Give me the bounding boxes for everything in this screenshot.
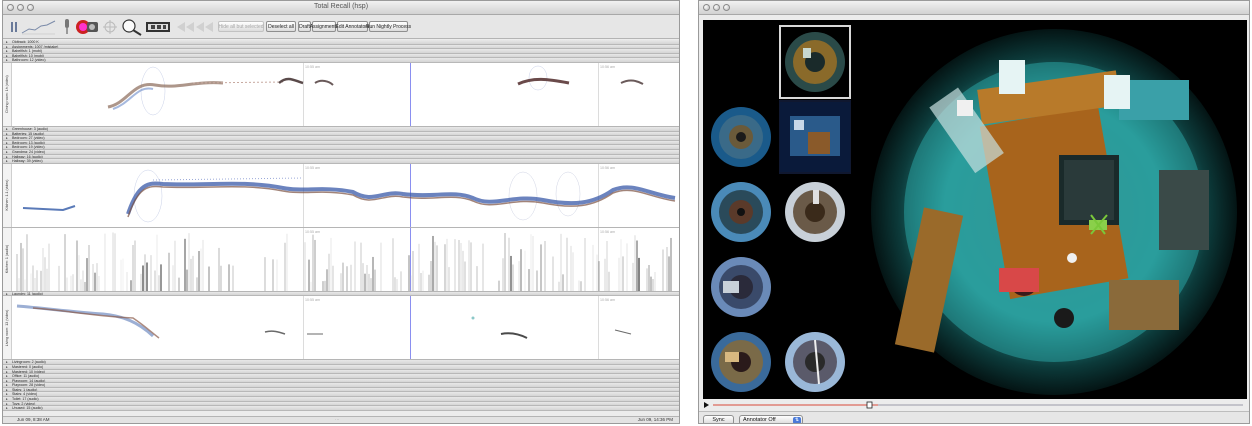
edit-annotators-button[interactable]: Edit Annotators: [336, 21, 369, 32]
skip-icon[interactable]: [175, 17, 215, 37]
camera-thumbnail[interactable]: [779, 100, 851, 174]
track-panel-dining[interactable]: Dining room: 1h (video) 10:55 am 10:56 a…: [3, 62, 679, 127]
transport-bar: [703, 401, 1247, 409]
track-row[interactable]: Unused: 15 (audio): [3, 406, 679, 411]
end-time: Jun 09, 14:36 PM: [637, 417, 673, 422]
annotator-select-value: Annotator Off: [743, 417, 776, 423]
window-title: Total Recall (hsp): [313, 3, 369, 10]
camera-thumbnail[interactable]: [705, 325, 777, 399]
microphone-icon[interactable]: [61, 17, 73, 37]
start-time: Jun 09, 8:38 AM: [17, 417, 50, 422]
camera-thumbnail[interactable]: [705, 175, 777, 249]
track-panel-kitchen-video[interactable]: Kitchen: 1.1 (video) 10:55 am 10:56 am: [3, 163, 679, 228]
trajectory-plot: [22, 169, 676, 222]
status-bar: Jun 09, 8:38 AM ⋯ Jun 09, 14:36 PM: [3, 416, 679, 423]
toolbar: Hide all but selected Deselect all Draft…: [3, 15, 679, 39]
run-nightly-process-button[interactable]: Run Nightly Process: [366, 21, 411, 32]
hide-all-button[interactable]: Hide all but selected: [218, 21, 264, 32]
trajectory-plot: [16, 304, 632, 340]
waveform-icon[interactable]: [21, 17, 57, 37]
camera-thumbnail[interactable]: [705, 250, 777, 324]
play-button[interactable]: [703, 401, 711, 409]
close-button[interactable]: [703, 4, 710, 11]
zoom-button[interactable]: [723, 4, 730, 11]
window-controls: [703, 4, 730, 11]
video-view[interactable]: [703, 20, 1247, 399]
crosshair-icon[interactable]: [103, 17, 117, 37]
track-panel-kitchen-audio[interactable]: Kitchen: 1 (audio) 10:55 am 10:56 am: [3, 227, 679, 292]
camera-thumbnail[interactable]: [705, 100, 777, 174]
camera-thumbnail-selected[interactable]: [779, 25, 851, 99]
assignments-button[interactable]: Assignments: [310, 21, 338, 32]
spectrogram: [16, 232, 672, 291]
film-icon[interactable]: [145, 17, 171, 37]
minimize-button[interactable]: [713, 4, 720, 11]
camera-thumbnail[interactable]: [779, 175, 851, 249]
camera-icon[interactable]: [75, 17, 99, 37]
annotator-select[interactable]: Annotator Off ⇅: [739, 415, 803, 423]
total-recall-window: Total Recall (hsp) Hide all but selected…: [2, 0, 680, 424]
scrubber-handle[interactable]: [867, 401, 873, 409]
bottom-controls: Sync Annotator Off ⇅: [699, 411, 1249, 423]
title-bar: [699, 1, 1249, 15]
track-list: Oldtrack: 1000 K Assignments: 1007 (mist…: [3, 40, 679, 411]
trajectory-plot: [107, 65, 644, 116]
resize-grip-icon[interactable]: ⋯: [335, 417, 340, 423]
pause-icon[interactable]: [9, 17, 19, 37]
video-viewer-window: Sync Annotator Off ⇅: [698, 0, 1250, 424]
camera-thumbnail[interactable]: [779, 325, 851, 399]
track-panel-living-room[interactable]: Living room: 13 (video) 10:55 am 10:56 a…: [3, 296, 679, 361]
chevron-updown-icon: ⇅: [793, 417, 801, 423]
sync-button[interactable]: Sync: [703, 415, 734, 423]
deselect-all-button[interactable]: Deselect all: [266, 21, 296, 32]
title-bar: Total Recall (hsp): [3, 1, 679, 15]
zoom-icon[interactable]: [121, 17, 143, 37]
fisheye-main-view: [871, 29, 1237, 395]
